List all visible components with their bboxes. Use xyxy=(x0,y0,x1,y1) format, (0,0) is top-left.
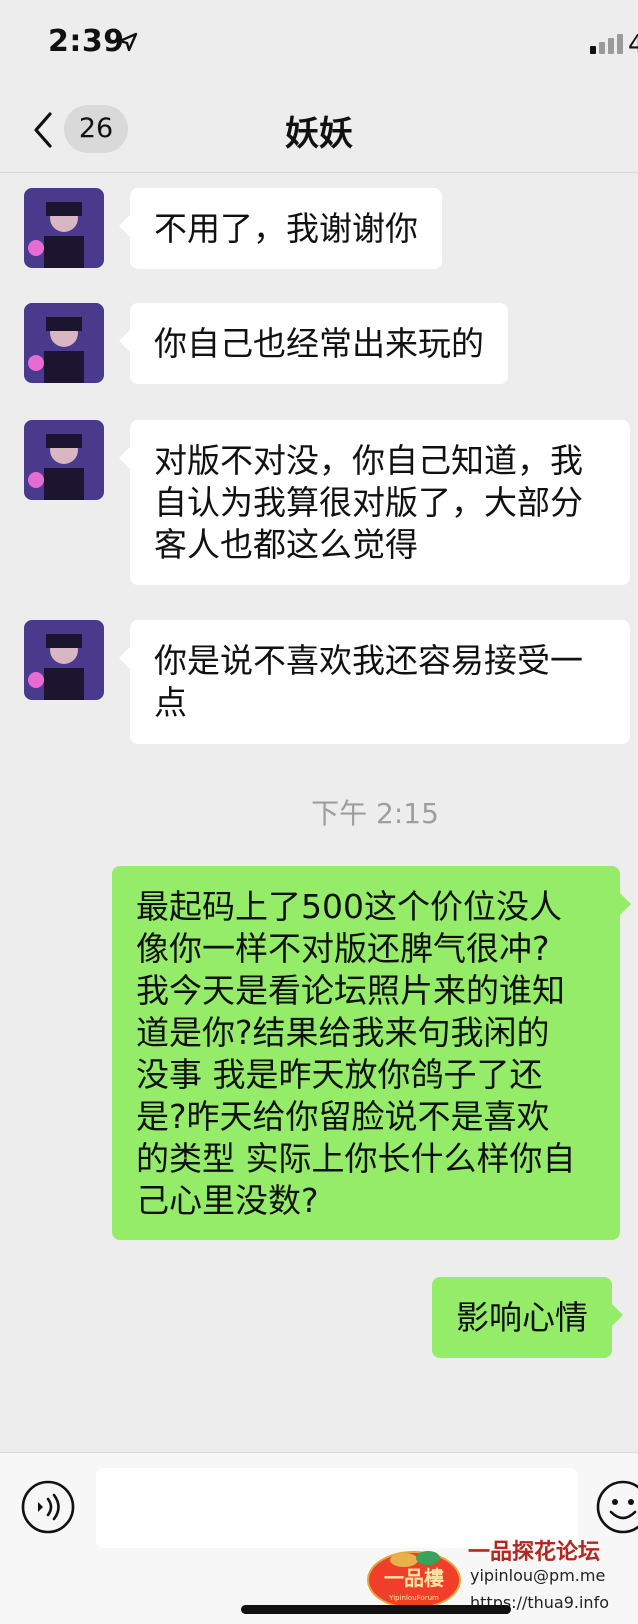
message-timestamp: 下午 2:15 xyxy=(311,797,439,830)
incoming-message-bubble[interactable]: 对版不对没，你自己知道，我 自认为我算很对版了，大部分 客人也都这么觉得 xyxy=(119,420,630,585)
watermark-logo-text: 一品樓 xyxy=(384,1566,444,1590)
chat-title: 妖妖 xyxy=(285,114,353,154)
battery-level: 4 xyxy=(628,30,638,60)
contact-avatar[interactable] xyxy=(24,188,104,268)
incoming-message-bubble[interactable]: 你是说不喜欢我还容易接受一 点 xyxy=(119,620,630,744)
message-line: 是?昨天给你留脸说不是喜欢 xyxy=(136,1097,550,1136)
message-line: 你是说不喜欢我还容易接受一 xyxy=(154,641,583,680)
message-line: 客人也都这么觉得 xyxy=(154,525,418,564)
outgoing-message-bubble[interactable]: 影响心情 xyxy=(432,1277,623,1358)
message-line: 对版不对没，你自己知道，我 xyxy=(154,441,583,480)
outgoing-message-bubble[interactable]: 最起码上了500这个价位没人 像你一样不对版还脾气很冲? 我今天是看论坛照片来的… xyxy=(112,866,631,1240)
message-line: 像你一样不对版还脾气很冲? xyxy=(136,929,550,968)
watermark-email: yipinlou@pm.me xyxy=(470,1566,606,1585)
contact-avatar[interactable] xyxy=(24,620,104,700)
message-line: 自认为我算很对版了，大部分 xyxy=(154,483,583,522)
message-line: 点 xyxy=(154,683,187,722)
message-line: 影响心情 xyxy=(456,1298,588,1337)
watermark-title: 一品探花论坛 xyxy=(468,1540,601,1565)
message-line: 的类型 实际上你长什么样你自 xyxy=(136,1139,576,1178)
voice-input-icon[interactable] xyxy=(21,1480,75,1534)
watermark-logo-subtext: YipinlouForum xyxy=(388,1594,439,1602)
status-time: 2:39 xyxy=(48,24,125,59)
contact-avatar[interactable] xyxy=(24,303,104,383)
signal-icon xyxy=(590,34,623,54)
incoming-message-bubble[interactable]: 你自己也经常出来玩的 xyxy=(119,303,508,384)
chat-header: 26 妖妖 xyxy=(0,88,638,173)
status-bar: 2:39 4 xyxy=(0,0,638,88)
contact-avatar[interactable] xyxy=(24,420,104,500)
message-line: 我今天是看论坛照片来的谁知 xyxy=(136,971,565,1010)
incoming-message-bubble[interactable]: 不用了，我谢谢你 xyxy=(119,188,442,269)
message-line: 己心里没数? xyxy=(136,1181,319,1220)
location-arrow-icon xyxy=(118,32,138,52)
home-indicator[interactable] xyxy=(241,1605,511,1614)
message-line: 不用了，我谢谢你 xyxy=(154,209,418,248)
message-line: 最起码上了500这个价位没人 xyxy=(136,887,562,926)
message-line: 道是你?结果给我来句我闲的 xyxy=(136,1013,550,1052)
message-line: 你自己也经常出来玩的 xyxy=(154,324,484,363)
message-line: 没事 我是昨天放你鸽子了还 xyxy=(136,1055,543,1094)
watermark-logo: 一品樓 YipinlouForum xyxy=(367,1551,461,1609)
emoji-icon[interactable] xyxy=(596,1480,638,1534)
